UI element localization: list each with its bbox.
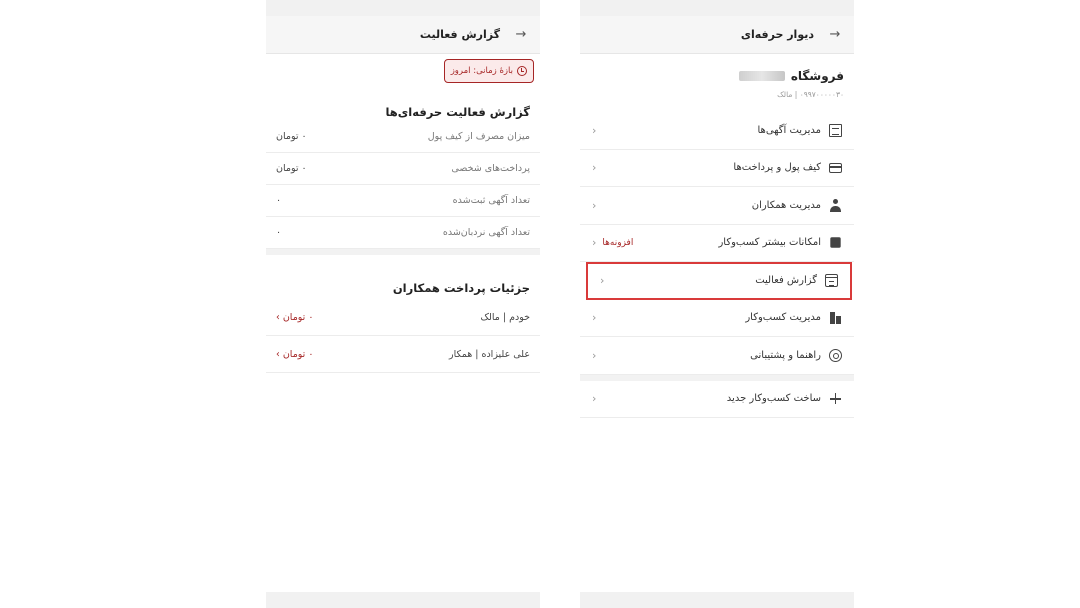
plus-icon <box>829 392 842 405</box>
colleague-payments-list: خودم | مالک ۰ تومان › علی علیزاده | همکا… <box>266 299 540 373</box>
period-filter-chip[interactable]: بازهٔ زمانی: امروز <box>443 59 534 83</box>
calendar-icon <box>825 274 838 288</box>
row-value: ۰ تومان <box>276 163 307 174</box>
page-title: گزارش فعالیت <box>419 28 500 41</box>
menu-item-label: کیف پول و پرداخت‌ها <box>733 162 821 174</box>
help-icon <box>829 348 842 362</box>
row-label: تعداد آگهی ثبت‌شده <box>452 195 530 206</box>
divar-pro-menu-screen: → دیوار حرفه‌ای فروشگاه ۰۹۹۷۰۰۰۰۰۳۰ | ما… <box>580 0 854 608</box>
menu-item-label: امکانات بیشتر کسب‌وکار <box>718 237 821 249</box>
card-icon <box>829 163 842 174</box>
addons-badge: افزونه‌ها <box>602 237 634 248</box>
activity-report-screen: → گزارش فعالیت بازهٔ زمانی: امروز گزارش … <box>266 0 540 608</box>
list-item: تعداد آگهی ثبت‌شده ۰ <box>266 185 540 217</box>
document-icon <box>829 123 842 137</box>
pro-activity-title: گزارش فعالیت حرفه‌ای‌ها <box>385 105 530 119</box>
chevron-left-icon: ‹ <box>592 198 597 212</box>
chevron-left-icon: ‹ <box>592 123 597 137</box>
menu-header: → دیوار حرفه‌ای <box>580 16 854 54</box>
menu-item-colleagues[interactable]: مدیریت همکاران ‹ <box>580 187 854 225</box>
menu-item-ads[interactable]: مدیریت آگهی‌ها ‹ <box>580 112 854 150</box>
menu-item-label: ساخت کسب‌وکار جدید <box>726 393 821 405</box>
puzzle-icon <box>830 237 841 248</box>
chevron-left-icon: ‹ <box>592 236 597 250</box>
list-item: پرداخت‌های شخصی ۰ تومان <box>266 153 540 185</box>
chevron-left-icon: ‹ <box>600 274 605 288</box>
arrow-right-icon[interactable]: → <box>514 27 528 42</box>
row-value: ۰ تومان › <box>276 348 314 360</box>
menu-item-label: مدیریت همکاران <box>751 199 821 211</box>
row-value: ۰ تومان <box>276 131 307 142</box>
colleague-payments-title: جزئیات پرداخت همکاران <box>392 281 530 295</box>
colleague-row-ali[interactable]: علی علیزاده | همکار ۰ تومان › <box>266 336 540 373</box>
menu-item-label: مدیریت کسب‌وکار <box>745 312 821 324</box>
user-icon <box>829 198 842 212</box>
chevron-left-icon: ‹ <box>592 392 597 406</box>
pro-activity-list: میزان مصرف از کیف پول ۰ تومان پرداخت‌های… <box>266 121 540 249</box>
period-filter-label: بازهٔ زمانی: امروز <box>450 66 513 76</box>
status-bar <box>580 0 854 16</box>
menu-item-activity-report[interactable]: گزارش فعالیت ‹ <box>586 262 852 300</box>
chevron-left-icon: ‹ <box>592 311 597 325</box>
building-icon <box>829 311 842 325</box>
row-label: پرداخت‌های شخصی <box>451 163 530 174</box>
menu-item-label: گزارش فعالیت <box>755 275 817 287</box>
menu-item-help[interactable]: راهنما و پشتیبانی ‹ <box>580 337 854 375</box>
page-title: دیوار حرفه‌ای <box>740 28 814 41</box>
row-value: ۰ <box>276 195 282 206</box>
menu-item-label: راهنما و پشتیبانی <box>750 349 821 361</box>
row-label: تعداد آگهی نردبان‌شده <box>442 227 530 238</box>
list-item: تعداد آگهی نردبان‌شده ۰ <box>266 217 540 249</box>
navigation-bar <box>580 592 854 608</box>
chevron-left-icon: ‹ <box>592 348 597 362</box>
shop-name: فروشگاه <box>580 68 854 84</box>
menu-item-label: مدیریت آگهی‌ها <box>757 124 822 136</box>
menu-list: مدیریت آگهی‌ها ‹ کیف پول و پرداخت‌ها ‹ م… <box>580 112 854 418</box>
navigation-bar <box>266 592 540 608</box>
row-value: ۰ <box>276 227 282 238</box>
menu-item-create-business[interactable]: ساخت کسب‌وکار جدید ‹ <box>580 381 854 418</box>
row-label: علی علیزاده | همکار <box>449 348 530 360</box>
row-label: میزان مصرف از کیف پول <box>427 131 530 142</box>
section-divider <box>266 249 540 255</box>
arrow-right-icon[interactable]: → <box>828 27 842 42</box>
status-bar <box>266 0 540 16</box>
menu-item-addons[interactable]: امکانات بیشتر کسب‌وکار افزونه‌ها ‹ <box>580 225 854 262</box>
report-header: → گزارش فعالیت <box>266 16 540 54</box>
chevron-left-icon: ‹ <box>592 161 597 175</box>
colleague-row-owner[interactable]: خودم | مالک ۰ تومان › <box>266 299 540 336</box>
row-value: ۰ تومان › <box>276 311 314 323</box>
menu-item-business[interactable]: مدیریت کسب‌وکار ‹ <box>580 300 854 337</box>
redacted-shop-name <box>738 71 785 81</box>
row-label: خودم | مالک <box>480 311 530 323</box>
shop-name-label: فروشگاه <box>790 69 844 83</box>
list-item: میزان مصرف از کیف پول ۰ تومان <box>266 121 540 153</box>
shop-meta: ۰۹۹۷۰۰۰۰۰۳۰ | مالک <box>777 90 844 99</box>
period-filter-wrap: بازهٔ زمانی: امروز <box>266 54 540 83</box>
menu-item-wallet[interactable]: کیف پول و پرداخت‌ها ‹ <box>580 150 854 187</box>
clock-history-icon <box>517 66 527 76</box>
